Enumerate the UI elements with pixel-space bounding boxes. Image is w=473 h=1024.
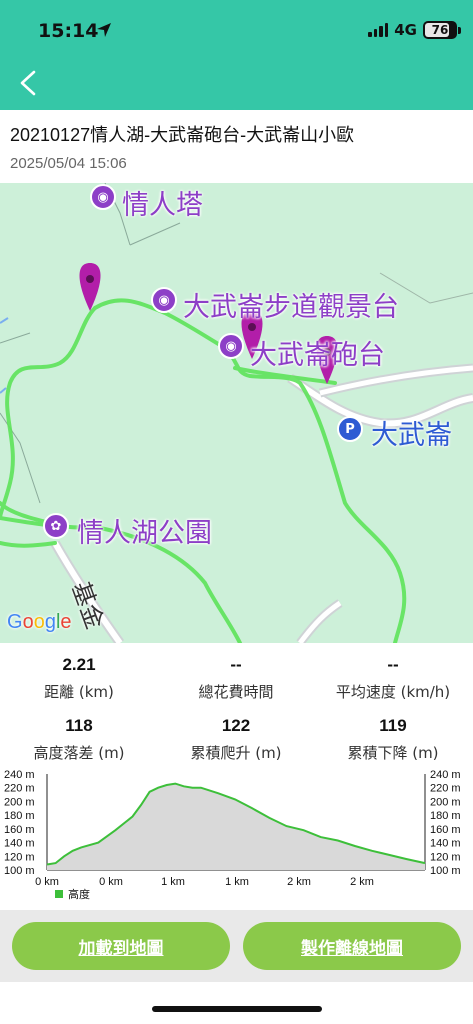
y-tick-label: 240 m — [430, 769, 461, 781]
track-marker-start — [79, 263, 101, 311]
stat-elevation-diff: 118 高度落差 (m) — [4, 716, 154, 763]
poi-lovers-tower[interactable]: 情人塔 — [122, 183, 203, 222]
stat-label: 累積下降 (m) — [347, 744, 439, 762]
camera-icon[interactable]: ◉ — [218, 333, 244, 359]
y-axis-right: 240 m 220 m200 m 180 m 160 m 140 m120 m 100 m — [430, 769, 461, 877]
stat-label: 累積爬升 (m) — [190, 744, 282, 762]
y-tick-label: 100 m — [4, 865, 35, 877]
stat-distance: 2.21 距離 (km) — [4, 655, 154, 702]
poi-fort[interactable]: 大武崙砲台 — [250, 333, 385, 372]
make-offline-map-button[interactable]: 製作離線地圖 — [243, 922, 461, 970]
chevron-left-icon[interactable] — [14, 66, 42, 100]
stat-label: 平均速度 (km/h) — [335, 683, 451, 701]
load-to-map-button[interactable]: 加載到地圖 — [12, 922, 230, 970]
y-tick-label: 200 m — [430, 796, 461, 808]
x-tick-label: 2 km — [350, 876, 374, 888]
battery-level: 76 — [431, 23, 449, 37]
camera-icon[interactable]: ◉ — [90, 184, 116, 210]
legend-label: 高度 — [68, 887, 90, 901]
y-tick-label: 240 m — [4, 769, 35, 781]
action-bar: 加載到地圖 製作離線地圖 — [0, 910, 473, 982]
stat-value: 118 — [65, 716, 93, 735]
x-tick-label: 1 km — [225, 876, 249, 888]
stat-label: 距離 (km) — [44, 683, 114, 701]
legend-swatch — [55, 890, 63, 898]
y-tick-label: 100 m — [430, 865, 461, 877]
y-tick-label: 160 m — [430, 824, 461, 836]
y-tick-label: 140 m — [4, 838, 35, 850]
x-tick-label: 0 km — [35, 876, 59, 888]
y-tick-label: 160 m — [4, 824, 35, 836]
stat-total-descent: 119 累積下降 (m) — [318, 716, 468, 763]
status-indicators: 4G 76 — [368, 21, 461, 39]
poi-parking[interactable]: 大武崙 — [371, 413, 452, 452]
cellular-signal-icon — [368, 23, 389, 37]
park-icon[interactable]: ✿ — [43, 513, 69, 539]
stat-label: 總花費時間 — [198, 683, 274, 701]
y-tick-label: 120 m — [4, 851, 35, 863]
route-title: 20210127情人湖-大武崙砲台-大武崙山小歐 — [10, 125, 355, 145]
y-tick-label: 220 m — [4, 783, 35, 795]
y-tick-label: 200 m — [4, 796, 35, 808]
route-date: 2025/05/04 15:06 — [10, 155, 127, 172]
poi-observation-deck[interactable]: 大武崙步道觀景台 — [183, 285, 399, 324]
stat-value: -- — [387, 655, 399, 674]
network-type: 4G — [394, 21, 417, 39]
y-tick-label: 180 m — [4, 810, 35, 822]
y-tick-label: 220 m — [430, 783, 461, 795]
poi-lovers-lake-park[interactable]: 情人湖公園 — [77, 511, 212, 550]
y-axis-left: 240 m 220 m200 m 180 m 160 m 140 m120 m 100 m — [4, 769, 35, 877]
stat-value: -- — [230, 655, 242, 674]
elevation-area — [47, 783, 425, 870]
status-time: 15:14 — [38, 20, 99, 42]
x-tick-label: 1 km — [161, 876, 185, 888]
y-tick-label: 140 m — [430, 838, 461, 850]
google-logo: Google — [7, 611, 72, 633]
location-arrow-icon — [97, 23, 111, 37]
stat-total-time: -- 總花費時間 — [161, 655, 311, 702]
home-indicator — [152, 1006, 322, 1012]
stat-total-ascent: 122 累積爬升 (m) — [161, 716, 311, 763]
route-map[interactable]: ◉ 情人塔 ◉ 大武崙步道觀景台 ◉ 大武崙砲台 P 大武崙 ✿ 情人湖公園 基… — [0, 183, 473, 643]
app-header: 15:14 4G 76 — [0, 0, 473, 110]
x-axis-ticks: 0 km 0 km 1 km 1 km 2 km 2 km — [35, 876, 374, 888]
x-tick-label: 0 km — [99, 876, 123, 888]
elevation-chart: 240 m220 m200 m180 m160 m140 m120 m100 m… — [4, 769, 461, 901]
parking-icon[interactable]: P — [337, 416, 363, 442]
y-tick-label: 120 m — [430, 851, 461, 863]
stat-average-speed: -- 平均速度 (km/h) — [318, 655, 468, 702]
camera-icon[interactable]: ◉ — [151, 287, 177, 313]
stat-label: 高度落差 (m) — [33, 744, 125, 762]
y-tick-label: 180 m — [430, 810, 461, 822]
stat-value: 122 — [221, 716, 251, 735]
stat-value: 2.21 — [62, 655, 96, 674]
battery-icon: 76 — [423, 21, 457, 39]
stat-value: 119 — [379, 716, 407, 735]
x-tick-label: 2 km — [287, 876, 311, 888]
